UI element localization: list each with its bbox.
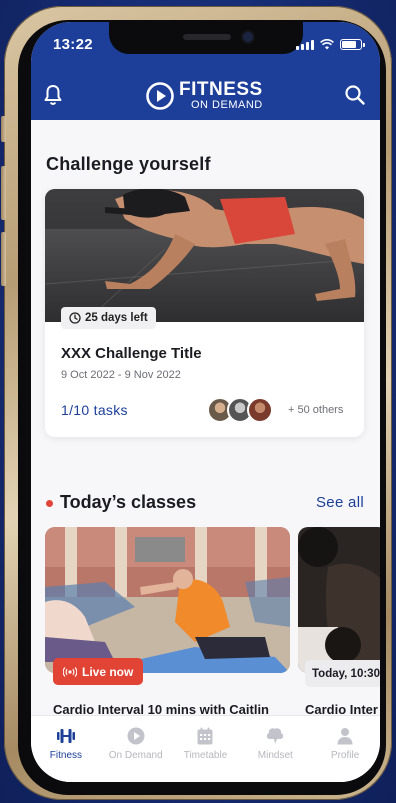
tab-profile[interactable]: Profile: [310, 716, 380, 782]
tab-mindset[interactable]: Mindset: [240, 716, 310, 782]
challenge-section-title: Challenge yourself: [46, 154, 211, 174]
logo-subtitle: ON DEMAND: [191, 99, 263, 111]
wifi-icon: [320, 39, 334, 50]
battery-icon: [340, 39, 365, 50]
days-left-text: 25 days left: [85, 312, 148, 324]
notch: [109, 22, 303, 54]
tab-on-demand[interactable]: On Demand: [101, 716, 171, 782]
search-button[interactable]: [344, 84, 366, 106]
volume-down-button: [1, 232, 6, 286]
tab-label: Timetable: [183, 750, 228, 761]
calendar-icon: [197, 727, 213, 745]
tab-label: Fitness: [49, 750, 83, 761]
bell-icon: [44, 85, 62, 105]
class-photo: [298, 527, 380, 673]
pushup-photo: [45, 189, 364, 322]
days-left-badge: 25 days left: [61, 307, 156, 329]
volume-up-button: [1, 166, 6, 220]
class-title-line: Cardio Interval 10 mins with Caitlin: [53, 702, 269, 715]
mute-switch: [1, 116, 6, 142]
tab-timetable[interactable]: Timetable: [171, 716, 241, 782]
challenge-title: XXX Challenge Title: [61, 345, 202, 362]
bottom-tab-bar: Fitness On Demand Timetable Mindset Prof…: [31, 715, 380, 782]
challenge-card[interactable]: 25 days left XXX Challenge Title 9 Oct 2…: [45, 189, 364, 437]
challenge-image: [45, 189, 364, 322]
notifications-button[interactable]: [43, 84, 63, 106]
speaker: [183, 34, 231, 40]
tab-fitness[interactable]: Fitness: [31, 716, 101, 782]
status-time: 13:22: [53, 36, 93, 53]
brain-icon: [267, 728, 284, 744]
dumbbell-icon: [56, 729, 75, 743]
class-title[interactable]: Cardio Interval 10 mins with Caitlin #4: [53, 700, 269, 715]
live-dot: [46, 500, 53, 507]
today-section-title: Today’s classes: [60, 492, 197, 512]
main-content: Challenge yourself 25 days left XXX Chal…: [31, 120, 380, 715]
top-bar: 13:22 FITNESS ON DEMAND: [31, 22, 380, 120]
tasks-progress-link[interactable]: 1/10 tasks: [61, 402, 128, 418]
class-title-line: Cardio Inter: [305, 702, 378, 715]
class-card[interactable]: [45, 527, 290, 673]
tab-label: Mindset: [257, 750, 293, 761]
signal-icon: [296, 39, 314, 50]
status-icons: [296, 39, 365, 50]
class-title[interactable]: Cardio Inter #4: [305, 700, 378, 715]
app-screen: 13:22 FITNESS ON DEMAND Challenge yourse…: [31, 22, 380, 782]
challenge-dates: 9 Oct 2022 - 9 Nov 2022: [61, 369, 181, 381]
front-camera: [243, 32, 253, 42]
broadcast-icon: [63, 666, 77, 677]
play-logo-icon: [146, 81, 174, 110]
class-photo: [45, 527, 290, 673]
see-all-link[interactable]: See all: [316, 494, 364, 511]
tab-label: Profile: [330, 750, 360, 761]
time-badge: Today, 10:30: [305, 660, 380, 687]
participant-avatars[interactable]: [207, 397, 273, 423]
class-card[interactable]: [298, 527, 380, 673]
live-now-label: Live now: [82, 664, 134, 679]
others-count: + 50 others: [288, 404, 344, 416]
search-icon: [345, 85, 365, 105]
logo-title: FITNESS: [179, 79, 263, 100]
person-icon: [337, 728, 353, 745]
live-now-badge: Live now: [53, 658, 144, 685]
play-icon: [127, 727, 145, 745]
tab-label: On Demand: [108, 750, 163, 761]
app-logo: FITNESS ON DEMAND: [146, 80, 263, 111]
clock-icon: [69, 312, 81, 324]
avatar: [247, 397, 273, 423]
